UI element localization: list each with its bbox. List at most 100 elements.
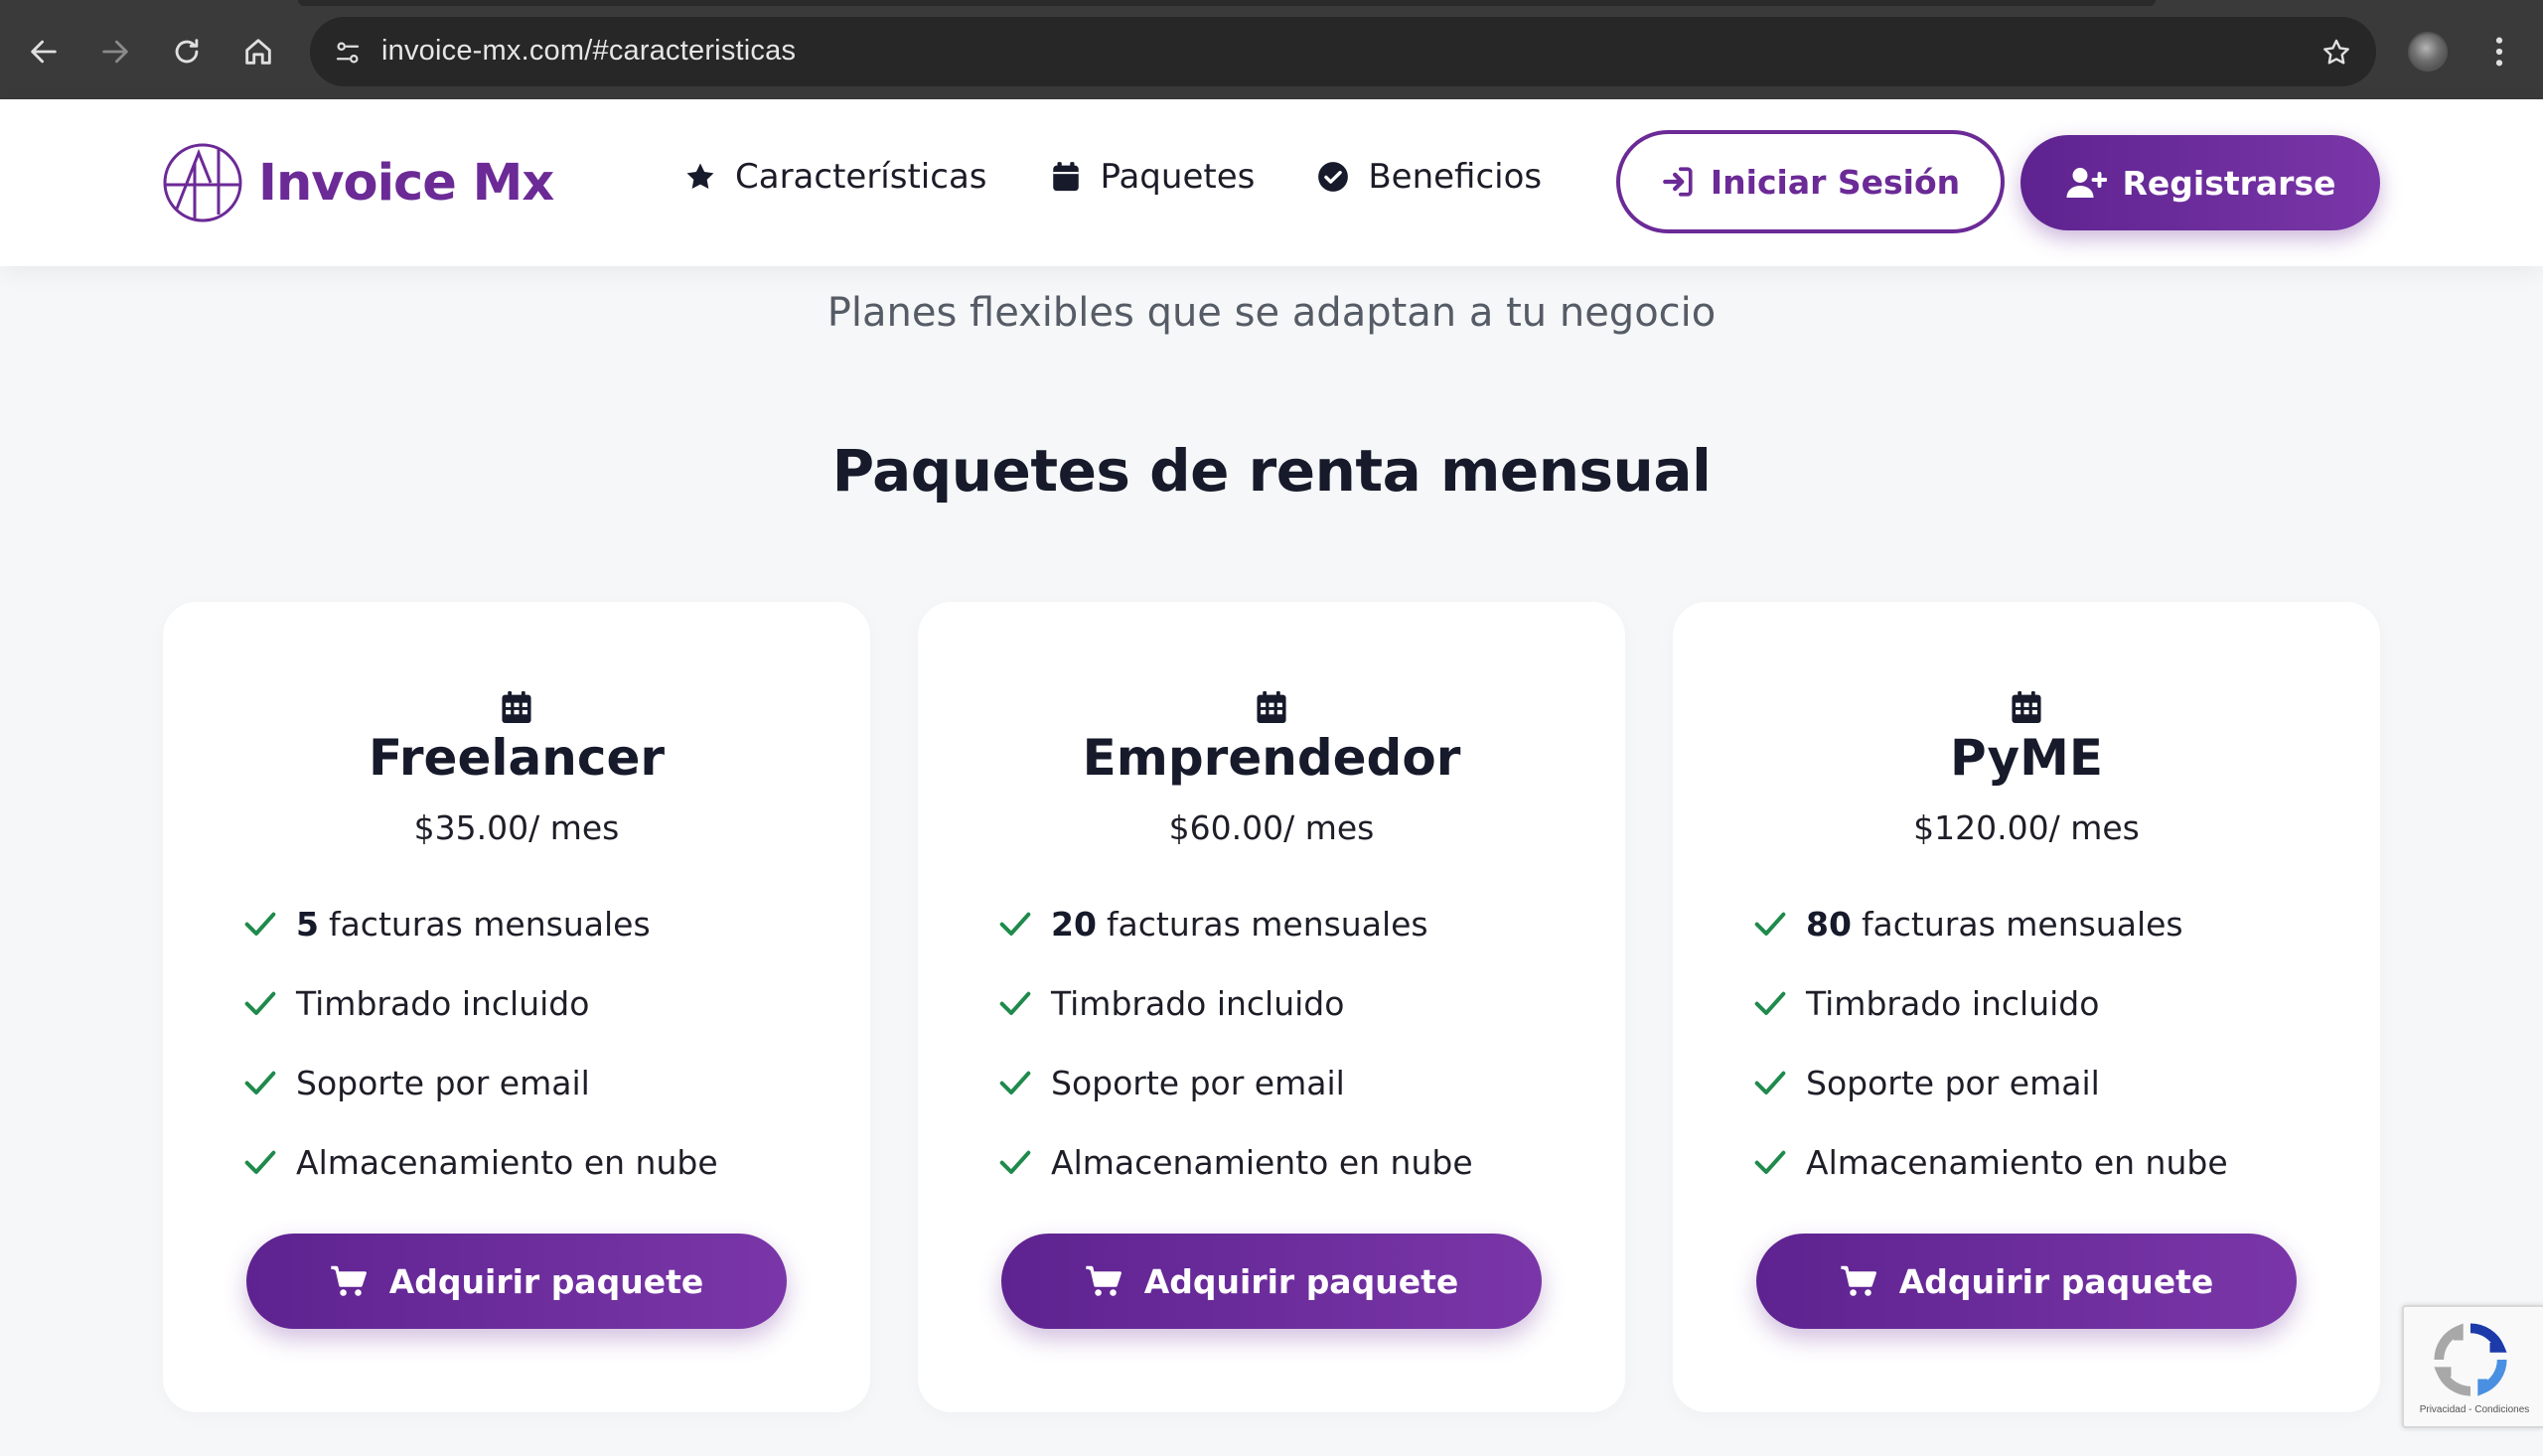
feature-item: Timbrado incluido <box>244 963 718 1043</box>
feature-item: Soporte por email <box>999 1043 1473 1122</box>
register-button[interactable]: Registrarse <box>2020 135 2380 230</box>
nav-link-label: Paquetes <box>1100 157 1256 197</box>
nav-link-beneficios[interactable]: Beneficios <box>1316 157 1542 197</box>
feature-item: 80 facturas mensuales <box>1754 884 2228 963</box>
plan-card-emprendedor: Emprendedor $60.00/ mes 20 facturas mensu… <box>918 602 1625 1412</box>
feature-item: 5 facturas mensuales <box>244 884 718 963</box>
feature-item: Soporte por email <box>1754 1043 2228 1122</box>
buy-package-button[interactable]: Adquirir paquete <box>1756 1234 2297 1329</box>
buy-package-label: Adquirir paquete <box>1898 1261 2214 1301</box>
home-button[interactable] <box>230 24 286 79</box>
tab-strip-edge <box>298 0 2156 6</box>
check-icon <box>999 991 1031 1015</box>
login-button[interactable]: Iniciar Sesión <box>1616 130 2005 233</box>
feature-item: Soporte por email <box>244 1043 718 1122</box>
cart-icon <box>331 1265 367 1296</box>
feature-text: 20 facturas mensuales <box>1051 905 1428 944</box>
logo[interactable]: Invoice Mx <box>161 141 554 224</box>
plan-icon <box>918 691 1625 723</box>
calendar-icon <box>1257 691 1286 723</box>
check-icon <box>1754 1150 1786 1174</box>
plan-icon <box>163 691 870 723</box>
site-header: Invoice Mx Características Paquetes Bene… <box>0 99 2543 266</box>
feature-text: Almacenamiento en nube <box>1806 1142 2228 1182</box>
bookmark-button[interactable] <box>2315 31 2358 74</box>
recaptcha-links[interactable]: Privacidad - Condiciones <box>2404 1404 2543 1415</box>
reload-icon <box>175 39 199 64</box>
check-icon <box>244 912 276 936</box>
address-bar[interactable]: invoice-mx.com/#caracteristicas <box>310 17 2376 86</box>
check-icon <box>999 1071 1031 1094</box>
nav-link-label: Beneficios <box>1368 157 1543 197</box>
home-icon <box>245 39 271 65</box>
site-info-button[interactable] <box>326 31 370 74</box>
invoice-label: facturas mensuales <box>328 904 651 944</box>
nav-link-paquetes[interactable]: Paquetes <box>1049 157 1256 197</box>
recaptcha-icon <box>2434 1323 2507 1396</box>
check-icon <box>244 1150 276 1174</box>
plan-price: $120.00/ mes <box>1913 808 2140 847</box>
plan-card-pyme: PyME $120.00/ mes 80 facturas mensuales T… <box>1673 602 2380 1412</box>
cart-icon <box>1841 1265 1876 1296</box>
logo-mark-icon <box>163 143 242 222</box>
feature-text: Soporte por email <box>1806 1063 2100 1102</box>
browser-toolbar: invoice-mx.com/#caracteristicas <box>0 0 2543 99</box>
main-nav: Características Paquetes Beneficios <box>683 157 1603 197</box>
invoice-count: 80 <box>1806 904 1852 944</box>
forward-button[interactable] <box>87 24 143 79</box>
plan-price: $35.00/ mes <box>413 808 620 847</box>
browser-menu-button[interactable] <box>2479 24 2519 79</box>
check-icon <box>999 912 1031 936</box>
tune-icon <box>336 42 360 64</box>
section-subtitle: Planes flexibles que se adaptan a tu neg… <box>826 290 1717 336</box>
cart-icon <box>1086 1265 1122 1296</box>
user-plus-icon <box>2066 168 2107 198</box>
invoice-count: 5 <box>296 904 319 944</box>
check-icon <box>244 991 276 1015</box>
star-icon <box>686 163 714 190</box>
buy-package-button[interactable]: Adquirir paquete <box>246 1234 787 1329</box>
check-circle-icon <box>1318 162 1349 192</box>
login-label: Iniciar Sesión <box>1710 162 1961 202</box>
plan-icon <box>1673 691 2380 723</box>
plan-name: PyME <box>1949 729 2104 787</box>
feature-item: Timbrado incluido <box>999 963 1473 1043</box>
feature-text: Timbrado incluido <box>296 983 590 1023</box>
feature-text: Almacenamiento en nube <box>296 1142 718 1182</box>
url-text[interactable]: invoice-mx.com/#caracteristicas <box>381 35 796 68</box>
buy-package-label: Adquirir paquete <box>388 1261 704 1301</box>
check-icon <box>1754 1071 1786 1094</box>
recaptcha-badge[interactable]: Privacidad - Condiciones <box>2402 1305 2543 1428</box>
plan-name: Freelancer <box>368 729 666 787</box>
feature-list: 80 facturas mensuales Timbrado incluido S… <box>1754 884 2228 1202</box>
arrow-right-icon <box>102 40 128 64</box>
invoice-label: facturas mensuales <box>1861 904 2183 944</box>
buy-package-label: Adquirir paquete <box>1143 1261 1459 1301</box>
buy-package-button[interactable]: Adquirir paquete <box>1001 1234 1542 1329</box>
feature-text: Soporte por email <box>1051 1063 1345 1102</box>
feature-list: 5 facturas mensuales Timbrado incluido So… <box>244 884 718 1202</box>
feature-text: 80 facturas mensuales <box>1806 905 2183 944</box>
kebab-menu-icon <box>2495 37 2503 67</box>
star-outline-icon <box>2323 39 2349 65</box>
feature-item: Almacenamiento en nube <box>1754 1122 2228 1202</box>
feature-text: Timbrado incluido <box>1806 983 2100 1023</box>
invoice-count: 20 <box>1051 904 1097 944</box>
nav-link-label: Características <box>735 157 987 197</box>
feature-item: Almacenamiento en nube <box>244 1122 718 1202</box>
sign-in-icon <box>1662 167 1693 197</box>
reload-button[interactable] <box>159 24 215 79</box>
calendar-icon <box>1052 162 1079 192</box>
feature-text: Almacenamiento en nube <box>1051 1142 1473 1182</box>
plan-card-freelancer: Freelancer $35.00/ mes 5 facturas mensual… <box>163 602 870 1412</box>
feature-item: Almacenamiento en nube <box>999 1122 1473 1202</box>
register-label: Registrarse <box>2122 163 2336 203</box>
check-icon <box>244 1071 276 1094</box>
back-button[interactable] <box>16 24 72 79</box>
nav-link-caracteristicas[interactable]: Características <box>683 157 987 197</box>
feature-list: 20 facturas mensuales Timbrado incluido S… <box>999 884 1473 1202</box>
profile-avatar[interactable] <box>2408 32 2448 72</box>
feature-item: 20 facturas mensuales <box>999 884 1473 963</box>
calendar-icon <box>502 691 531 723</box>
feature-text: Timbrado incluido <box>1051 983 1345 1023</box>
